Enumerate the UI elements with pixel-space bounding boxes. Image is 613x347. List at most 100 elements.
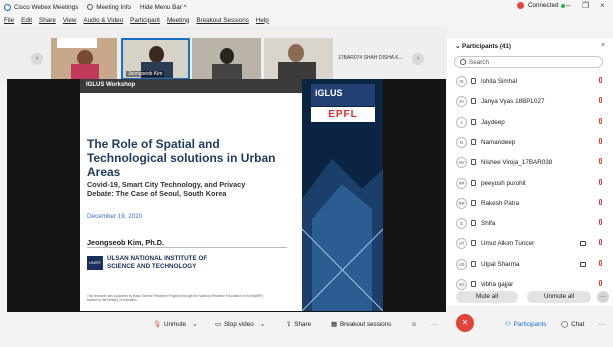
chat-button[interactable]: ◯ Chat: [561, 317, 584, 331]
computer-icon: [471, 220, 476, 227]
video-thumbnail-1[interactable]: [51, 38, 117, 80]
slide-divider: [87, 247, 287, 248]
participant-video-body: [278, 62, 316, 80]
participant-row[interactable]: NV Nishee Viroja_17BAR038: [447, 154, 613, 171]
more-button[interactable]: ···: [431, 317, 437, 331]
thumbnails-prev-button[interactable]: ‹: [31, 53, 43, 65]
phone-icon: [471, 78, 476, 84]
menu-help[interactable]: Help: [256, 17, 269, 24]
mic-muted-icon[interactable]: [599, 280, 602, 286]
participant-name: Namandeep: [481, 138, 516, 146]
avatar: US: [456, 258, 467, 270]
participant-name: Rakesh Patra: [481, 199, 520, 207]
participant-name: Utpal Sharma: [481, 260, 520, 268]
participant-name: Shifa: [481, 220, 496, 228]
mic-muted-icon[interactable]: [599, 117, 602, 124]
breakout-sessions-button[interactable]: ▦ Breakout sessions: [331, 317, 391, 331]
leave-meeting-button[interactable]: ✕: [456, 314, 474, 332]
unist-logo: UNIST: [87, 256, 103, 270]
mic-muted-icon[interactable]: [599, 259, 602, 266]
menu-breakout-sessions[interactable]: Breakout Sessions: [196, 17, 249, 24]
menu-participant[interactable]: Participant: [130, 17, 160, 24]
chevron-down-icon[interactable]: ⌄: [192, 321, 197, 328]
close-panel-icon[interactable]: ×: [601, 42, 605, 49]
mic-muted-icon[interactable]: [599, 137, 602, 144]
participant-name: Ishita Simhal: [481, 78, 518, 85]
computer-icon: [471, 260, 476, 267]
mute-all-button[interactable]: Mute all: [456, 291, 518, 303]
slide-date: December 19, 2020: [87, 213, 143, 220]
menu-audio-video[interactable]: Audio & Video: [83, 17, 123, 24]
computer-icon: [471, 138, 476, 145]
participant-row[interactable]: IS Ishita Simhal: [447, 73, 613, 90]
menu-share[interactable]: Share: [39, 17, 56, 24]
mic-muted-icon[interactable]: [599, 97, 602, 104]
computer-icon: [471, 98, 476, 105]
participants-panel-title[interactable]: ⌄ Participants (41): [455, 43, 511, 50]
slide-city-image: iGLUS EPFL: [302, 79, 383, 311]
participant-video: [149, 46, 164, 63]
menu-file[interactable]: File: [4, 17, 14, 24]
reactions-button[interactable]: ☺: [411, 317, 417, 331]
participant-name: Janya Vyas 18BPL027: [481, 98, 545, 106]
mic-muted-icon[interactable]: [599, 178, 602, 185]
participant-row[interactable]: N Namandeep: [447, 134, 613, 151]
unmute-all-button[interactable]: Unmute all: [527, 291, 591, 303]
mic-muted-icon[interactable]: [599, 158, 602, 165]
close-window-button[interactable]: ×: [600, 1, 605, 10]
more-options-button[interactable]: ···: [597, 291, 609, 303]
participant-video: [220, 48, 234, 64]
participant-video-body: [212, 64, 242, 80]
slide-subtitle: Covid-19, Smart City Technology, and Pri…: [87, 180, 246, 198]
meeting-info-button[interactable]: Meeting Info: [87, 4, 131, 11]
participant-row[interactable]: PP peeyush purohit: [447, 175, 613, 192]
menu-edit[interactable]: Edit: [21, 17, 32, 24]
connected-indicator-icon: [561, 3, 566, 8]
menu-view[interactable]: View: [63, 17, 77, 24]
participant-search-input[interactable]: Search: [454, 56, 603, 68]
app-title: Cisco Webex Meetings: [4, 3, 78, 11]
participant-row[interactable]: J Jaydeep: [447, 114, 613, 131]
participant-row[interactable]: S Shifa: [447, 215, 613, 232]
participant-video: [288, 44, 304, 62]
mic-muted-icon[interactable]: [599, 239, 602, 246]
video-thumbnail-4[interactable]: [264, 38, 333, 80]
participant-row[interactable]: US Utpal Sharma: [447, 256, 613, 273]
avatar: S: [456, 218, 467, 230]
minimize-button[interactable]: –: [566, 1, 570, 10]
more-controls-button[interactable]: ···: [598, 317, 604, 331]
unmute-button[interactable]: 🎙 Unmute ⌄: [153, 317, 197, 331]
stop-video-button[interactable]: ▭ Stop video ⌄: [215, 317, 265, 331]
camera-icon: [580, 261, 586, 267]
thumbnail-name-only: 17BAR074 SHAH DISHA K...: [338, 55, 403, 61]
close-icon: ✕: [461, 318, 469, 327]
participant-row[interactable]: RP Rakesh Patra: [447, 195, 613, 212]
mic-muted-icon[interactable]: [599, 219, 602, 226]
slide-author: Jeongseob Kim, Ph.D.: [87, 238, 165, 247]
thumbnails-next-button[interactable]: ›: [412, 53, 424, 65]
phone-icon: [471, 179, 476, 186]
menu-meeting[interactable]: Meeting: [167, 17, 189, 24]
maximize-button[interactable]: ❐: [582, 1, 589, 10]
participant-row[interactable]: UT Umut Alkım Tuncer: [447, 235, 613, 252]
mic-muted-icon[interactable]: [599, 198, 602, 205]
chevron-down-icon[interactable]: ⌄: [260, 321, 265, 328]
search-icon: [460, 59, 466, 65]
smiley-icon: ☺: [411, 320, 418, 328]
participant-name: Jaydeep: [481, 118, 505, 126]
share-button[interactable]: ⇪ Share: [286, 317, 311, 331]
camera-icon: [580, 241, 586, 247]
mic-muted-icon[interactable]: [599, 77, 602, 83]
participants-panel: ⌄ Participants (41) × Search IS Ishita Si…: [447, 38, 613, 306]
video-thumbnail-3[interactable]: [192, 38, 261, 80]
participant-row[interactable]: JV Janya Vyas 18BPL027: [447, 93, 613, 110]
breakout-icon: ▦: [331, 320, 337, 328]
hide-menu-bar-button[interactable]: Hide Menu Bar ^: [140, 4, 187, 11]
participant-video-body: [71, 64, 99, 80]
slide-institution: ULSAN NATIONAL INSTITUTE OF SCIENCE AND T…: [107, 255, 208, 270]
video-thumbnail-active-speaker[interactable]: Jeongseob Kim: [121, 38, 190, 80]
participant-name: vibha gajjar: [481, 281, 514, 288]
connection-status: Connected: [517, 2, 566, 9]
thumbnail-name-label: Jeongseob Kim: [126, 71, 165, 77]
participants-button[interactable]: ⚇ Participants: [505, 317, 547, 331]
